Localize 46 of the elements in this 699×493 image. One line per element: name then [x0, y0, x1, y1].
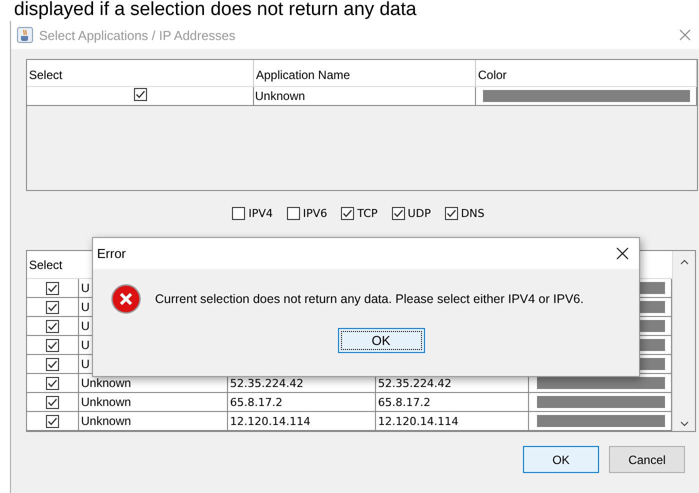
- table-cell: U: [81, 357, 90, 371]
- dialog-button[interactable]: Cancel: [609, 446, 685, 473]
- caption-text: displayed if a selection does not return any data: [13, 0, 418, 20]
- checkbox[interactable]: [46, 358, 59, 370]
- error-icon: [111, 284, 141, 314]
- table-cell: U: [81, 319, 90, 333]
- checkbox[interactable]: [392, 207, 405, 220]
- checkbox[interactable]: [134, 88, 147, 101]
- checkbox[interactable]: [46, 338, 59, 352]
- filter-label: DNS: [460, 207, 485, 220]
- column-header: Select: [29, 258, 62, 272]
- scrollbar[interactable]: [672, 251, 695, 431]
- table-cell: Unknown: [81, 376, 132, 390]
- ok-button[interactable]: OK: [338, 328, 424, 353]
- checkbox[interactable]: [341, 207, 354, 220]
- window-title: Select Applications / IP Addresses: [39, 28, 236, 42]
- table-cell: 65.8.17.2: [378, 396, 430, 408]
- checkbox[interactable]: [46, 320, 59, 332]
- checkbox[interactable]: [46, 282, 59, 294]
- table-cell: 12.120.14.114: [378, 414, 458, 428]
- table-cell: 65.8.17.2: [230, 396, 282, 408]
- filter-label: IPV4: [248, 207, 273, 220]
- coffee-cup-icon: [17, 27, 33, 43]
- checkbox[interactable]: [286, 207, 300, 220]
- error-message: Current selection does not return any data. Please select either IPV4 or IPV6.: [155, 292, 584, 306]
- dialog-title: Error: [97, 246, 126, 261]
- checkbox[interactable]: [46, 414, 59, 428]
- checkbox[interactable]: [46, 396, 59, 408]
- filter-label: UDP: [408, 207, 431, 220]
- table-cell: 52.35.224.42: [230, 376, 304, 390]
- filter-label: IPV6: [302, 207, 328, 220]
- dialog-button[interactable]: OK: [523, 446, 599, 473]
- table-cell: Unknown: [81, 414, 132, 428]
- table-cell: Unknown: [81, 395, 132, 409]
- filter-label: TCP: [357, 207, 378, 220]
- table-cell: Unknown: [255, 89, 306, 103]
- checkbox[interactable]: [232, 207, 246, 220]
- checkbox[interactable]: [46, 300, 59, 314]
- table-cell: U: [81, 338, 90, 352]
- table-cell: 52.35.224.42: [378, 376, 452, 390]
- table-cell: 12.120.14.114: [230, 414, 310, 428]
- checkbox[interactable]: [46, 376, 59, 390]
- close-icon[interactable]: [616, 247, 629, 260]
- checkbox[interactable]: [444, 207, 458, 220]
- table-cell: U: [81, 300, 90, 314]
- table-cell: U: [81, 281, 90, 295]
